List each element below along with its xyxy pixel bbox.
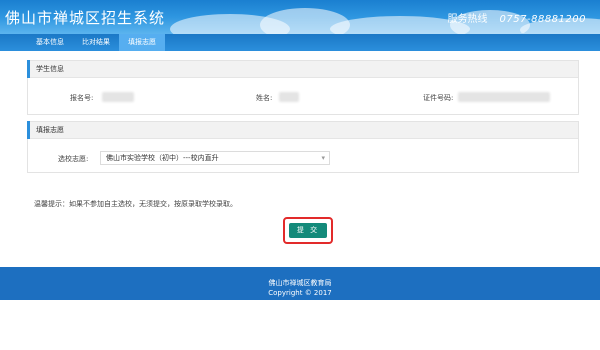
application-heading: 填报志愿 [28, 122, 578, 139]
tab-basic-info[interactable]: 基本信息 [27, 34, 73, 51]
submit-highlight-box: 提 交 [283, 217, 333, 244]
hint-text: 温馨提示：如果不参加自主选校，无须提交，按原录取学校录取。 [34, 200, 237, 208]
footer-copyright: Copyright © 2017 [268, 289, 332, 297]
student-info-heading: 学生信息 [28, 61, 578, 78]
chevron-down-icon: ▾ [321, 154, 325, 162]
main-nav: 基本信息 比对结果 填报志愿 [0, 34, 600, 51]
id-number-value-redacted [458, 92, 550, 102]
id-number-label: 证件号码: [423, 94, 454, 102]
site-footer: 佛山市禅城区教育局 Copyright © 2017 [0, 267, 600, 300]
hotline-number: 0757-88881200 [499, 14, 586, 25]
reg-no-label: 报名号: [70, 94, 94, 102]
tab-comparison-result[interactable]: 比对结果 [73, 34, 119, 51]
name-value-redacted [279, 92, 299, 102]
submit-button[interactable]: 提 交 [289, 223, 327, 238]
school-choice-select[interactable]: 佛山市实验学校（初中）---校内直升 ▾ [100, 151, 330, 165]
name-label: 姓名: [256, 94, 273, 102]
school-choice-value: 佛山市实验学校（初中）---校内直升 [106, 154, 219, 162]
reg-no-value-redacted [102, 92, 134, 102]
hotline-label: 服务热线 [447, 14, 488, 25]
footer-org: 佛山市禅城区教育局 [268, 279, 332, 287]
site-header: 佛山市禅城区招生系统 服务热线 0757-88881200 [0, 0, 600, 34]
site-title: 佛山市禅城区招生系统 [5, 9, 166, 27]
application-panel: 填报志愿 选校志愿: 佛山市实验学校（初中）---校内直升 ▾ [27, 121, 579, 173]
hotline: 服务热线 0757-88881200 [448, 10, 586, 25]
student-info-panel: 学生信息 报名号: 姓名: 证件号码: [27, 60, 579, 115]
tab-fill-application[interactable]: 填报志愿 [119, 34, 165, 51]
school-choice-label: 选校志愿: [58, 155, 89, 163]
